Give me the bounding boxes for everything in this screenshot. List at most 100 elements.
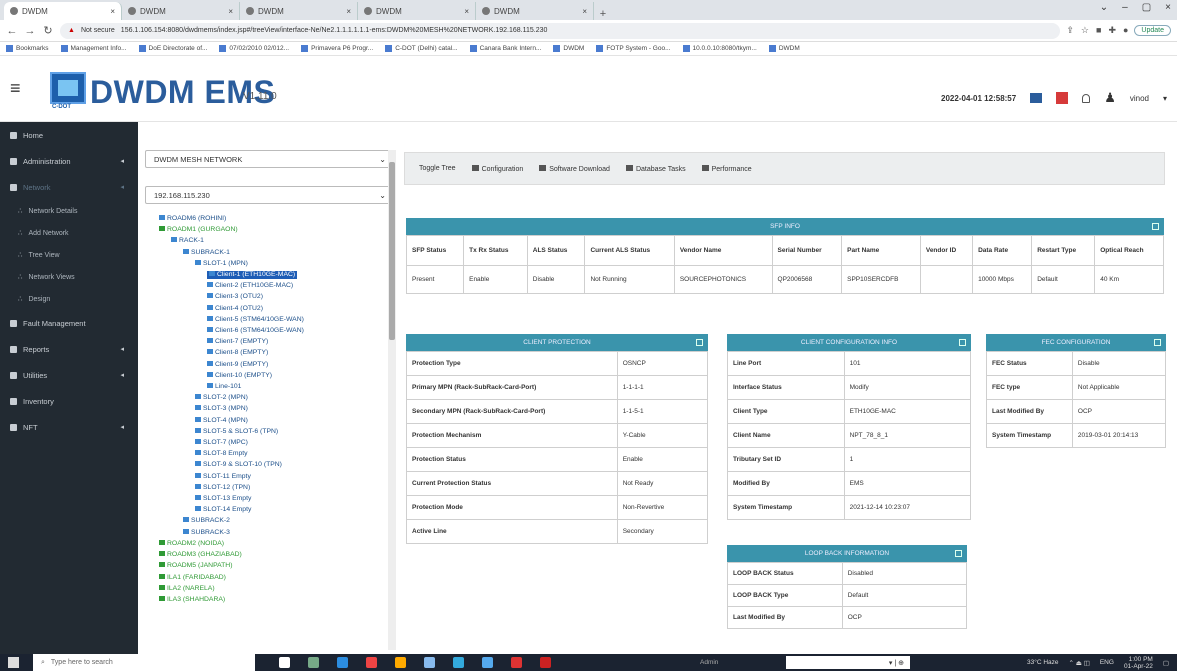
tree-node[interactable]: ROADM5 (JANPATH)	[159, 562, 232, 569]
tree-node[interactable]: SLOT-4 (MPN)	[195, 416, 248, 424]
bookmark-item[interactable]: 10.0.0.10:8080/tkym...	[682, 44, 757, 52]
new-tab-button[interactable]: +	[594, 8, 612, 20]
tree-node[interactable]: RACK-1	[171, 237, 204, 244]
admin-box[interactable]: ▾ | ⊕	[786, 656, 910, 669]
tree-scrollbar[interactable]	[388, 150, 396, 650]
bookmark-item[interactable]: DWDM	[553, 44, 584, 52]
expand-icon[interactable]	[955, 550, 962, 557]
url-field[interactable]: ▲ Not secure 156.1.106.154:8080/dwdmems/…	[60, 22, 1061, 39]
menu-icon[interactable]: ≡	[10, 78, 21, 99]
tree-node[interactable]: ILA2 (NARELA)	[159, 584, 215, 592]
tree-node[interactable]: SLOT-14 Empty	[195, 506, 251, 513]
tree-node[interactable]: Client-2 (ETH10GE-MAC)	[207, 282, 293, 289]
file-explorer-icon[interactable]	[308, 657, 319, 668]
browser-tab[interactable]: DWDM ×	[358, 2, 476, 20]
sidebar-item[interactable]: ∴ Network Details	[0, 200, 138, 222]
bell-icon[interactable]	[1082, 93, 1091, 103]
sidebar-item[interactable]: ∴ Tree View	[0, 244, 138, 266]
sidebar-item[interactable]: Administration ◂	[0, 148, 138, 174]
maximize-icon[interactable]: ▢	[1142, 2, 1151, 13]
bookmark-item[interactable]: DWDM	[768, 44, 800, 52]
browser-tab[interactable]: DWDM ×	[122, 2, 240, 20]
notification-icon[interactable]: ▢	[1163, 659, 1169, 667]
sidebar-item[interactable]: Inventory	[0, 388, 138, 414]
software-download-button[interactable]: Software Download	[539, 164, 610, 173]
tree-node[interactable]: SLOT-1 (MPN)	[195, 259, 248, 267]
windows-start-icon[interactable]	[8, 657, 19, 668]
tree-node[interactable]: SUBRACK-1	[183, 248, 230, 256]
sidebar-item[interactable]: Home	[0, 122, 138, 148]
profile-icon[interactable]: ●	[1123, 25, 1128, 36]
sidebar-item[interactable]: Reports ◂	[0, 336, 138, 362]
tray-icons[interactable]: ⌃ ⏏ ◫	[1069, 659, 1090, 667]
sidebar-item[interactable]: ∴ Design	[0, 288, 138, 310]
browser-tab[interactable]: DWDM ×	[240, 2, 358, 20]
user-name[interactable]: vinod	[1130, 94, 1149, 103]
share-icon[interactable]: ⇪	[1066, 25, 1074, 36]
tree-node[interactable]: ROADM6 (ROHINI)	[159, 215, 226, 222]
close-icon[interactable]: ×	[464, 7, 469, 16]
app-icon[interactable]	[511, 657, 522, 668]
close-icon[interactable]: ×	[346, 7, 351, 16]
tree-node[interactable]: SLOT-3 (MPN)	[195, 405, 248, 412]
ip-select[interactable]: 192.168.115.230 ⌄	[145, 186, 393, 204]
forward-icon[interactable]: →	[24, 25, 36, 37]
tree-node[interactable]: Client-9 (EMPTY)	[207, 360, 268, 368]
tree-node[interactable]: ILA3 (SHAHDARA)	[159, 595, 225, 603]
expand-icon[interactable]	[696, 339, 703, 346]
tree-node[interactable]: SLOT-2 (MPN)	[195, 394, 248, 401]
alarm-icon[interactable]	[1056, 92, 1069, 104]
scrollbar-thumb[interactable]	[389, 162, 395, 340]
performance-button[interactable]: Performance	[701, 164, 752, 173]
tree-node[interactable]: ROADM3 (GHAZIABAD)	[159, 551, 242, 558]
configuration-button[interactable]: Configuration	[471, 164, 523, 173]
back-icon[interactable]: ←	[6, 25, 18, 37]
app-icon[interactable]	[482, 657, 493, 668]
tree-node[interactable]: SLOT-12 (TPN)	[195, 483, 250, 491]
toggle-tree-button[interactable]: Toggle Tree	[419, 165, 456, 172]
bookmark-item[interactable]: C-DOT (Delhi) catal...	[385, 44, 458, 52]
bookmark-item[interactable]: FOTP System - Goo...	[596, 44, 671, 52]
app-icon[interactable]	[395, 657, 406, 668]
tree-node[interactable]: Client-5 (STM64/10GE-WAN)	[207, 315, 304, 323]
tree-node[interactable]: SLOT-13 Empty	[195, 495, 251, 502]
tree-node[interactable]: Client-7 (EMPTY)	[207, 338, 268, 345]
bookmark-item[interactable]: 07/02/2010 02/012...	[219, 44, 289, 52]
sidebar-item[interactable]: Fault Management	[0, 310, 138, 336]
taskbar-search[interactable]: ⌕ Type here to search	[33, 654, 255, 671]
expand-icon[interactable]	[1152, 223, 1159, 230]
expand-icon[interactable]	[959, 339, 966, 346]
tree-node[interactable]: SLOT-11 Empty	[195, 472, 251, 480]
tree-node[interactable]: Client-10 (EMPTY)	[207, 371, 272, 379]
bookmark-item[interactable]: DoE Directorate of...	[138, 44, 207, 52]
bookmark-item[interactable]: Primavera P6 Progr...	[301, 44, 373, 52]
bookmark-item[interactable]: Bookmarks	[6, 44, 49, 52]
tree-node[interactable]: SUBRACK-2	[183, 517, 230, 524]
tree-node[interactable]: Client-1 (ETH10GE-MAC)	[207, 271, 298, 280]
network-select[interactable]: DWDM MESH NETWORK ⌄	[145, 150, 393, 168]
tree-node[interactable]: SLOT-5 & SLOT-6 (TPN)	[195, 427, 278, 435]
app-icon[interactable]	[424, 657, 435, 668]
tree-node[interactable]: ILA1 (FARIDABAD)	[159, 573, 226, 581]
bookmark-item[interactable]: Management Info...	[60, 44, 127, 52]
chrome-icon[interactable]	[366, 657, 377, 668]
database-tasks-button[interactable]: Database Tasks	[625, 164, 686, 173]
bookmark-item[interactable]: Canara Bank Intern...	[469, 44, 541, 52]
tree-node[interactable]: SLOT-7 (MPC)	[195, 439, 248, 446]
chart-icon[interactable]	[1030, 93, 1043, 103]
sidebar-item[interactable]: Network ◂	[0, 174, 138, 200]
tree-node[interactable]: Client-4 (OTU2)	[207, 304, 263, 312]
tree-node[interactable]: Client-6 (STM64/10GE-WAN)	[207, 327, 304, 334]
expand-icon[interactable]	[1154, 339, 1161, 346]
edge-icon[interactable]	[337, 657, 348, 668]
close-icon[interactable]: ×	[582, 7, 587, 16]
app-icon[interactable]	[453, 657, 464, 668]
tree-node[interactable]: Client-8 (EMPTY)	[207, 349, 268, 356]
update-button[interactable]: Update	[1134, 25, 1171, 36]
sidebar-item[interactable]: ∴ Add Network	[0, 222, 138, 244]
star-icon[interactable]: ☆	[1081, 25, 1089, 36]
tree-node[interactable]: Client-3 (OTU2)	[207, 293, 263, 300]
reload-icon[interactable]: ↻	[42, 24, 54, 37]
app-icon[interactable]	[540, 657, 551, 668]
chevron-down-icon[interactable]: ⌄	[1100, 2, 1108, 13]
